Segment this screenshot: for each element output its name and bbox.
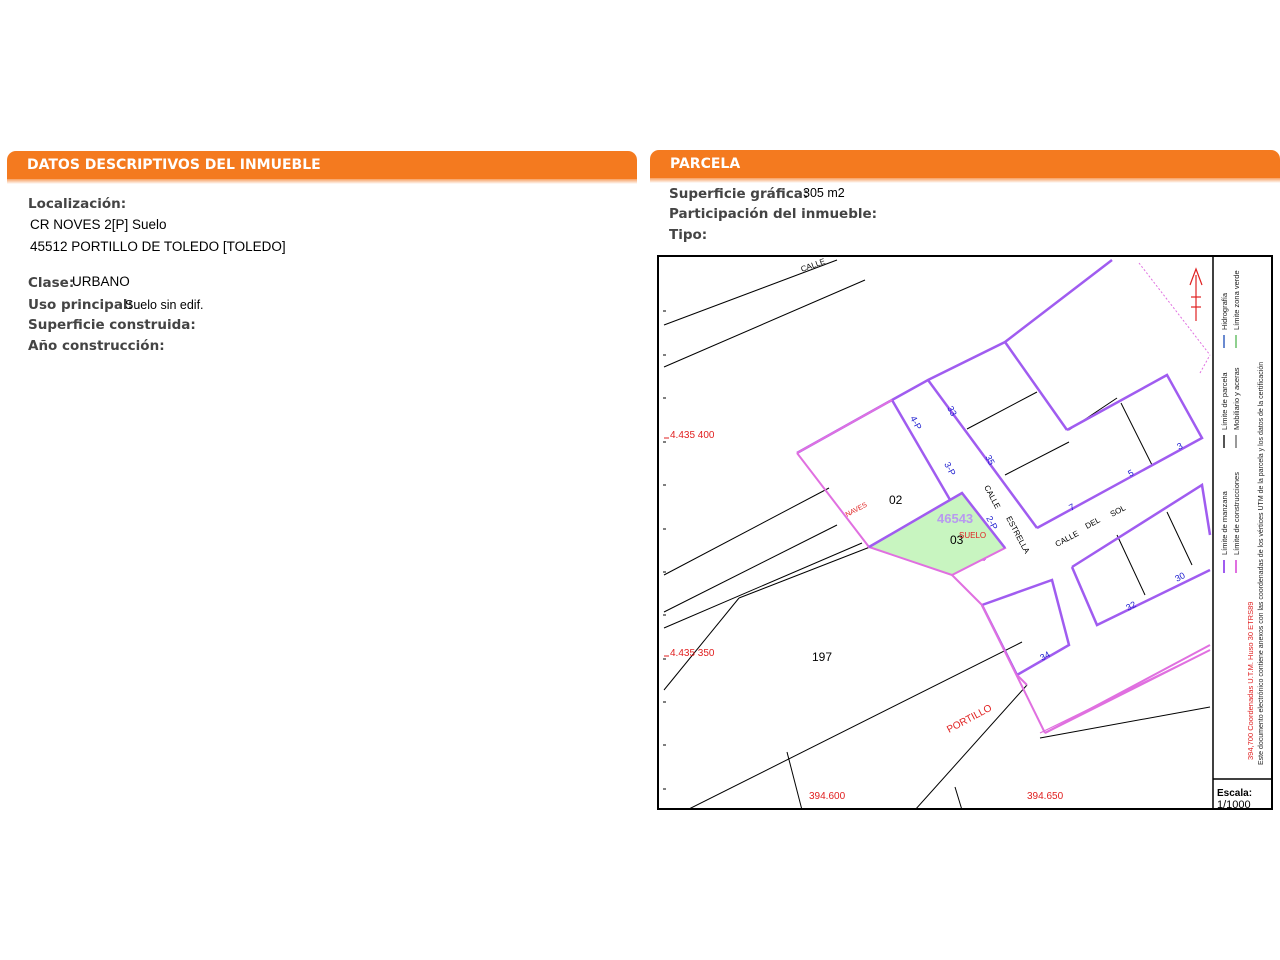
parcel-02-label: 02: [889, 493, 903, 507]
y-coord-top: 4.435 400: [670, 430, 715, 441]
address-line-2: 45512 PORTILLO DE TOLEDO [TOLEDO]: [30, 239, 286, 254]
cert-note: Este documento electrónico contiene anex…: [1258, 362, 1265, 765]
superficie-grafica-value: 305 m2: [803, 186, 845, 200]
utm-note: 394,700 Coordenadas U.T.M. Huso 30 ETRS8…: [1246, 602, 1255, 760]
parcel-197-label: 197: [812, 650, 832, 664]
legend-limite-construcciones: Límite de construcciones: [1232, 472, 1241, 555]
tipo-label: Tipo:: [669, 227, 708, 243]
superficie-grafica-label: Superficie gráfica:: [669, 186, 809, 202]
legend-hidrografia: Hidrografía: [1220, 292, 1229, 330]
legend-zona-verde: Límite zona verde: [1232, 270, 1241, 330]
parcela-header: PARCELA: [650, 150, 1280, 183]
address-line-1: CR NOVES 2[P] Suelo: [30, 217, 167, 232]
clase-label: Clase:: [28, 275, 75, 291]
uso-principal-value: Suelo sin edif.: [125, 298, 204, 312]
legend-limite-parcela: Límite de parcela: [1220, 372, 1229, 430]
superficie-construida-label: Superficie construida:: [28, 317, 196, 333]
participacion-label: Participación del inmueble:: [669, 206, 878, 222]
uso-principal-label: Uso principal:: [28, 297, 133, 313]
x-coord-left: 394.600: [809, 791, 846, 802]
datos-descriptivos-header: DATOS DESCRIPTIVOS DEL INMUEBLE: [7, 151, 637, 184]
localizacion-label: Localización:: [28, 196, 127, 212]
clase-value: URBANO: [72, 274, 130, 289]
suelo-label: SUELO: [959, 531, 986, 540]
escala-value: 1/1000: [1217, 799, 1251, 810]
legend-mobiliario: Mobiliario y aceras: [1232, 367, 1241, 430]
block-id-label: 46543: [937, 511, 973, 526]
escala-label: Escala:: [1217, 788, 1252, 799]
cadastral-map[interactable]: 4.435 400 4.435 350 394.600 394.650 02 0…: [657, 255, 1273, 810]
anio-construccion-label: Año construcción:: [28, 338, 165, 354]
x-coord-right: 394.650: [1027, 791, 1064, 802]
y-coord-bottom: 4.435 350: [670, 648, 715, 659]
legend-limite-manzana: Límite de manzana: [1220, 490, 1229, 555]
